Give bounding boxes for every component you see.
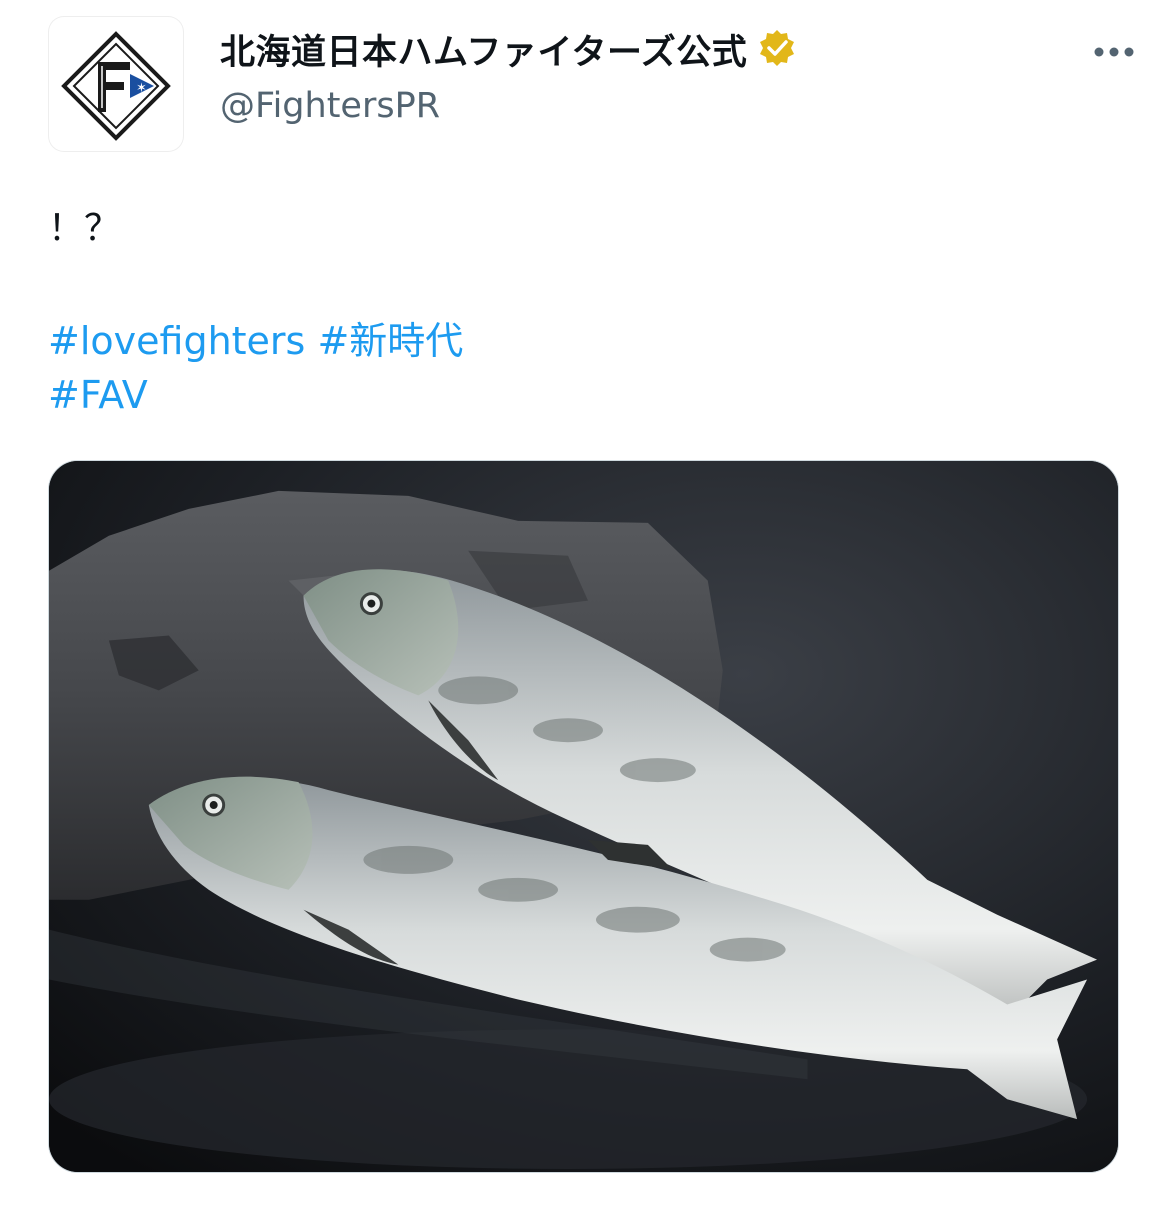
author-row: 北海道日本ハムファイターズ公式 [220, 24, 797, 75]
hashtag-shinjidai[interactable]: #新時代 [317, 319, 463, 363]
hashtag-fav[interactable]: #FAV [48, 373, 148, 417]
verified-badge-icon [757, 28, 797, 72]
tweet-text: ！？ [48, 208, 121, 249]
fighters-logo-icon: ✶ [61, 31, 171, 141]
tweet-photo[interactable] [48, 460, 1119, 1173]
avatar[interactable]: ✶ [48, 16, 184, 152]
more-horizontal-icon [1094, 47, 1134, 57]
svg-text:✶: ✶ [136, 81, 147, 96]
handle[interactable]: @FightersPR [220, 86, 440, 126]
display-name[interactable]: 北海道日本ハムファイターズ公式 [220, 24, 747, 75]
hashtags: #lovefighters #新時代 #FAV [48, 314, 463, 422]
more-options-button[interactable] [1089, 30, 1139, 74]
hashtag-lovefighters[interactable]: #lovefighters [48, 319, 305, 363]
salmon-photo [49, 461, 1118, 1172]
